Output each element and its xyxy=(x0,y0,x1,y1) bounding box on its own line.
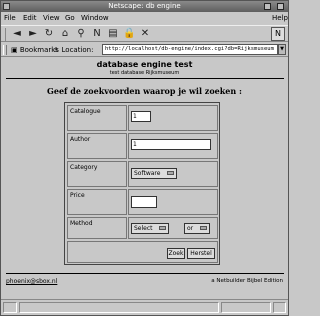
author-input[interactable]: 1 xyxy=(131,139,211,150)
category-label: Category xyxy=(70,164,98,171)
catalogue-label-cell: Catalogue xyxy=(67,105,127,131)
author-label: Author xyxy=(70,136,91,143)
browser-window: Netscape: db engine File Edit View Go Wi… xyxy=(0,0,289,316)
method-select[interactable]: Select xyxy=(131,223,169,234)
catalogue-input[interactable]: 1 xyxy=(131,111,151,122)
method-select-cell: Select or xyxy=(128,217,218,239)
status-text xyxy=(19,302,219,313)
url-history-dropdown[interactable]: ▼ xyxy=(278,44,286,55)
divider-bottom xyxy=(6,273,284,274)
price-label: Price xyxy=(70,192,85,199)
progress-bar xyxy=(221,302,271,313)
minimize-button[interactable] xyxy=(264,3,271,10)
method-select-arrow-icon xyxy=(159,226,166,230)
security-status-icon[interactable] xyxy=(3,302,17,313)
submit-button[interactable]: Zoek xyxy=(167,248,185,259)
category-select[interactable]: Software xyxy=(131,168,177,179)
search-icon[interactable]: ⚲ xyxy=(75,28,87,40)
footer-email-link[interactable]: phoenix@sbox.nl xyxy=(6,278,57,285)
category-label-cell: Category xyxy=(67,161,127,187)
toolbar-grip[interactable] xyxy=(5,28,6,41)
order-select-arrow-icon xyxy=(200,226,207,230)
method-select-value: Select xyxy=(134,225,153,232)
url-input[interactable]: http://localhost/db-engine/index.cgi?db=… xyxy=(102,44,278,55)
method-label: Method xyxy=(70,220,93,227)
component-bar[interactable] xyxy=(273,302,286,313)
app-title: database engine test xyxy=(96,60,193,69)
menu-window[interactable]: Window xyxy=(81,13,109,24)
catalogue-label: Catalogue xyxy=(70,108,101,115)
menu-help[interactable]: Help xyxy=(272,13,288,24)
reload-icon[interactable]: ↻ xyxy=(43,28,55,40)
app-subtitle: test database Rijksmuseum xyxy=(109,70,180,76)
order-select-value: or xyxy=(187,225,194,232)
reset-button[interactable]: Herstel xyxy=(187,248,215,259)
page-heading: Geef de zoekvoorden waarop je wil zoeken… xyxy=(47,86,242,96)
catalogue-input-cell: 1 xyxy=(128,105,218,131)
window-title: Netscape: db engine xyxy=(108,2,181,10)
price-input-cell xyxy=(128,189,218,215)
netscape-icon[interactable]: N xyxy=(91,28,103,40)
price-label-cell: Price xyxy=(67,189,127,215)
forward-icon[interactable]: ► xyxy=(27,28,39,40)
location-bar: ▣ Bookmarks ⚓ Location: http://localhost… xyxy=(1,43,288,57)
menu-view[interactable]: View xyxy=(43,13,60,24)
author-label-cell: Author xyxy=(67,133,127,159)
location-button[interactable]: ⚓ Location: xyxy=(53,45,93,55)
navigation-toolbar: ◄ ► ↻ ⌂ ⚲ N ▤ 🔒 ✕ N xyxy=(1,25,288,42)
order-select[interactable]: or xyxy=(184,223,210,234)
button-cell: Zoek Herstel xyxy=(67,241,218,263)
status-bar xyxy=(1,299,288,315)
menu-bar: File Edit View Go Window Help xyxy=(1,13,288,24)
home-icon[interactable]: ⌂ xyxy=(59,28,71,40)
bookmarks-button[interactable]: ▣ Bookmarks xyxy=(11,45,59,55)
method-label-cell: Method xyxy=(67,217,127,239)
divider-top xyxy=(6,78,284,79)
page-content: database engine test test database Rijks… xyxy=(3,58,286,298)
throbber-icon[interactable]: N xyxy=(271,27,285,41)
security-icon[interactable]: 🔒 xyxy=(123,28,135,40)
location-label: Location: xyxy=(61,46,94,54)
footer-credit: a Netbuilder Bijbel Edition xyxy=(211,278,283,284)
category-select-cell: Software xyxy=(128,161,218,187)
title-bar: Netscape: db engine xyxy=(1,1,288,12)
category-select-value: Software xyxy=(134,170,161,177)
stop-icon[interactable]: ✕ xyxy=(139,28,151,40)
author-input-cell: 1 xyxy=(128,133,218,159)
back-icon[interactable]: ◄ xyxy=(11,28,23,40)
menu-file[interactable]: File xyxy=(4,13,16,24)
price-input[interactable] xyxy=(131,196,157,208)
maximize-button[interactable] xyxy=(277,3,284,10)
menu-edit[interactable]: Edit xyxy=(23,13,37,24)
category-select-arrow-icon xyxy=(167,171,174,175)
search-form-table: Catalogue 1 Author 1 Category Software P… xyxy=(64,102,220,265)
locbar-grip[interactable] xyxy=(3,45,7,55)
menu-go[interactable]: Go xyxy=(65,13,75,24)
print-icon[interactable]: ▤ xyxy=(107,28,119,40)
